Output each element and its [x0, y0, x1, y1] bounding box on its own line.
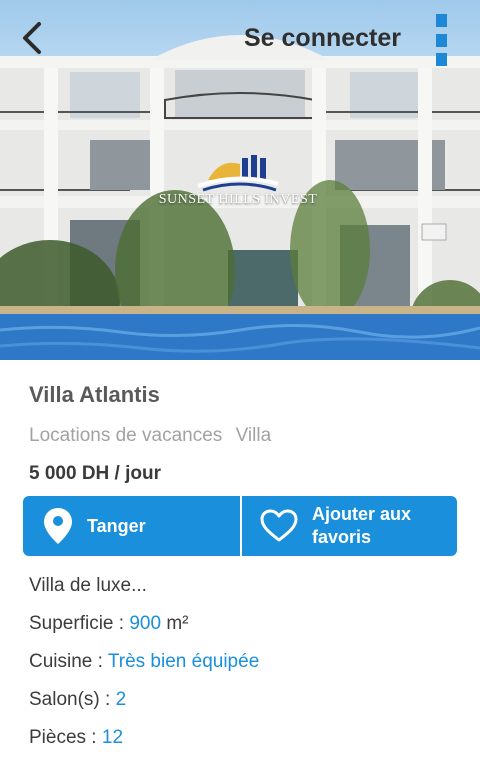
listing-category-line: Locations de vacances Villa [29, 425, 271, 447]
attribute-superficie: Superficie : 900 m² [29, 613, 188, 635]
attribute-label: Superficie : [29, 613, 125, 634]
listing-description: Villa de luxe... [29, 575, 147, 596]
favorites-label-line1: Ajouter aux [312, 504, 412, 524]
listing-title: Villa Atlantis [29, 382, 160, 407]
attribute-value: 2 [115, 689, 127, 710]
listing-type: Villa [235, 425, 272, 446]
location-button[interactable]: Tanger [23, 496, 240, 556]
attribute-salons: Salon(s) : 2 [29, 689, 126, 711]
listing-price: 5 000 DH / jour [29, 463, 161, 484]
chevron-left-icon [23, 22, 41, 54]
heart-icon [260, 509, 298, 542]
listing-category: Locations de vacances [29, 425, 223, 446]
favorites-label: Ajouter aux favoris [312, 503, 411, 549]
back-button[interactable] [14, 18, 50, 58]
attribute-unit: m² [166, 613, 189, 634]
attribute-label: Salon(s) : [29, 689, 111, 710]
action-bar: Tanger Ajouter aux favoris [23, 496, 457, 556]
attribute-value: 12 [101, 727, 124, 748]
map-pin-icon [44, 508, 72, 544]
logo-text: SUNSET HILLS INVEST [158, 192, 318, 207]
favorites-label-line2: favoris [312, 527, 372, 547]
login-link[interactable]: Se connecter [244, 24, 401, 53]
attribute-pieces: Pièces : 12 [29, 727, 123, 749]
menu-dot-icon [435, 53, 447, 66]
add-to-favorites-button[interactable]: Ajouter aux favoris [240, 496, 457, 556]
location-label: Tanger [87, 515, 146, 536]
menu-dot-icon [435, 33, 447, 47]
attribute-value: 900 [129, 613, 162, 634]
attribute-value: Très bien équipée [107, 651, 260, 672]
attribute-label: Cuisine : [29, 651, 103, 672]
attribute-cuisine: Cuisine : Très bien équipée [29, 651, 259, 673]
overflow-menu-button[interactable] [428, 14, 454, 66]
menu-dot-icon [435, 14, 447, 27]
attribute-label: Pièces : [29, 727, 97, 748]
hero-image: Se connecter SUNSET HILLS INVEST [0, 0, 480, 360]
